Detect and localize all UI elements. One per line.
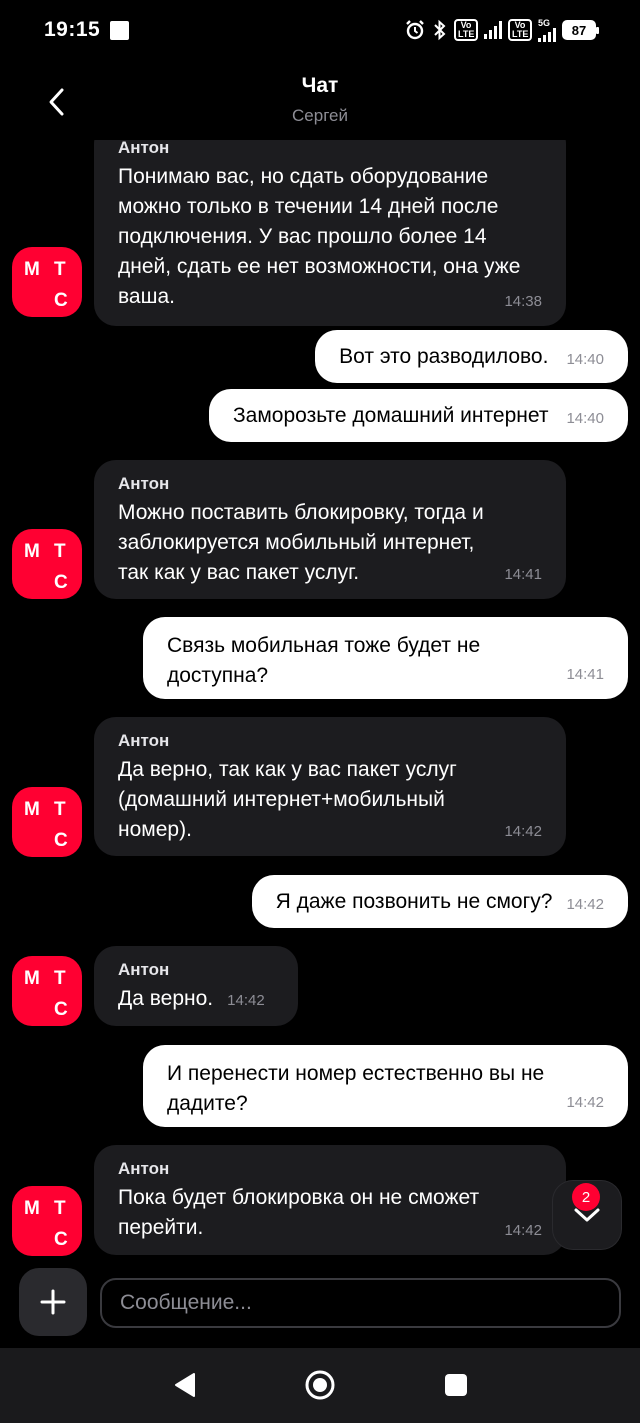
message-time: 14:42 xyxy=(227,992,265,1009)
message-list[interactable]: Антон Понимаю вас, но сдать оборудование… xyxy=(0,140,640,1270)
message-sender: Антон xyxy=(118,731,170,750)
volte-icon-2: Vo LTE xyxy=(508,19,532,41)
message-time: 14:38 xyxy=(504,293,542,310)
message-text: Понимаю вас, но сдать оборудование можно… xyxy=(118,165,521,308)
avatar-letter: Т xyxy=(54,799,66,820)
nav-home-button[interactable] xyxy=(304,1369,336,1401)
incoming-message: Антон Можно поставить блокировку, тогда … xyxy=(94,460,566,599)
outgoing-message: Заморозьте домашний интернет 14:40 xyxy=(208,389,628,442)
nav-back-button[interactable] xyxy=(170,1370,200,1400)
incoming-message: Антон Да верно, так как у вас пакет услу… xyxy=(94,717,566,856)
mts-avatar: М Т С xyxy=(12,1186,82,1256)
square-recents-icon xyxy=(445,1374,467,1396)
mts-avatar: М Т С xyxy=(12,956,82,1026)
avatar-letter: С xyxy=(54,290,68,311)
outgoing-message: Вот это разводилово. 14:40 xyxy=(315,330,628,383)
message-time: 14:40 xyxy=(566,351,604,368)
alarm-icon xyxy=(404,19,426,41)
incoming-message: Антон Да верно. 14:42 xyxy=(94,946,298,1026)
mts-avatar: М Т С xyxy=(12,247,82,317)
message-text: Да верно. xyxy=(118,987,214,1010)
plus-icon xyxy=(40,1289,66,1315)
avatar-letter: Т xyxy=(54,1198,66,1219)
message-text: Да верно, так как у вас пакет услуг (дом… xyxy=(118,758,457,841)
message-time: 14:42 xyxy=(504,1222,542,1239)
message-text: Заморозьте домашний интернет xyxy=(232,403,549,427)
avatar-letter: М xyxy=(24,259,40,280)
bluetooth-icon xyxy=(432,19,448,41)
message-time: 14:42 xyxy=(566,896,604,913)
message-text: Я даже позвонить не смогу? xyxy=(275,889,553,913)
status-time: 19:15 xyxy=(44,18,101,41)
circle-home-icon xyxy=(305,1370,335,1400)
volte-icon: Vo LTE xyxy=(454,19,478,41)
message-time: 14:41 xyxy=(566,666,604,683)
message-text: И перенести номер естественно вы не дади… xyxy=(167,1062,545,1115)
message-text: Связь мобильная тоже будет не доступна? xyxy=(167,634,481,687)
message-sender: Антон xyxy=(118,960,170,979)
volte-bottom-label: LTE xyxy=(458,29,475,39)
message-sender: Антон xyxy=(118,140,170,157)
incoming-message: Антон Понимаю вас, но сдать оборудование… xyxy=(94,140,566,326)
chat-title: Чат xyxy=(301,74,339,97)
avatar-letter: С xyxy=(54,1229,68,1250)
mts-avatar: М Т С xyxy=(12,529,82,599)
status-icons: Vo LTE Vo LTE 5G 87 xyxy=(404,17,599,42)
notification-square-icon xyxy=(110,20,130,40)
outgoing-message: Связь мобильная тоже будет не доступна? … xyxy=(143,617,628,699)
signal-icon xyxy=(484,21,502,39)
message-input[interactable] xyxy=(100,1278,621,1328)
unread-badge: 2 xyxy=(572,1183,600,1211)
chat-header: Чат Сергей xyxy=(0,60,640,140)
message-text: Вот это разводилово. xyxy=(339,344,549,368)
avatar-letter: М xyxy=(24,799,40,820)
outgoing-message: И перенести номер естественно вы не дади… xyxy=(143,1045,628,1127)
network-label: 5G xyxy=(538,17,551,28)
message-time: 14:40 xyxy=(566,410,604,427)
avatar-letter: Т xyxy=(54,541,66,562)
chat-subtitle: Сергей xyxy=(292,106,348,125)
attach-button[interactable] xyxy=(19,1268,87,1336)
system-nav-bar xyxy=(0,1348,640,1423)
avatar-letter: С xyxy=(54,830,68,851)
signal-5g: 5G xyxy=(538,17,556,42)
status-bar: 19:15 Vo LTE Vo LTE 5G 87 xyxy=(0,0,640,60)
message-text: Можно поставить блокировку, тогда и забл… xyxy=(118,501,484,584)
battery-icon: 87 xyxy=(562,20,599,40)
mts-avatar: М Т С xyxy=(12,787,82,857)
message-time: 14:42 xyxy=(566,1094,604,1111)
avatar-letter: М xyxy=(24,541,40,562)
avatar-letter: Т xyxy=(54,259,66,280)
message-text: Пока будет блокировка он не сможет перей… xyxy=(118,1186,480,1239)
avatar-letter: С xyxy=(54,572,68,593)
avatar-letter: М xyxy=(24,1198,40,1219)
volte-bottom-label-2: LTE xyxy=(512,29,529,39)
message-sender: Антон xyxy=(118,474,170,493)
avatar-letter: Т xyxy=(54,968,66,989)
message-sender: Антон xyxy=(118,1159,170,1178)
avatar-letter: С xyxy=(54,999,68,1020)
message-time: 14:42 xyxy=(504,823,542,840)
avatar-letter: М xyxy=(24,968,40,989)
outgoing-message: Я даже позвонить не смогу? 14:42 xyxy=(251,875,628,928)
incoming-message: Антон Пока будет блокировка он не сможет… xyxy=(94,1145,566,1255)
triangle-back-icon xyxy=(175,1373,195,1397)
message-time: 14:41 xyxy=(504,566,542,583)
nav-recents-button[interactable] xyxy=(441,1370,471,1400)
signal-icon-2 xyxy=(538,27,556,42)
